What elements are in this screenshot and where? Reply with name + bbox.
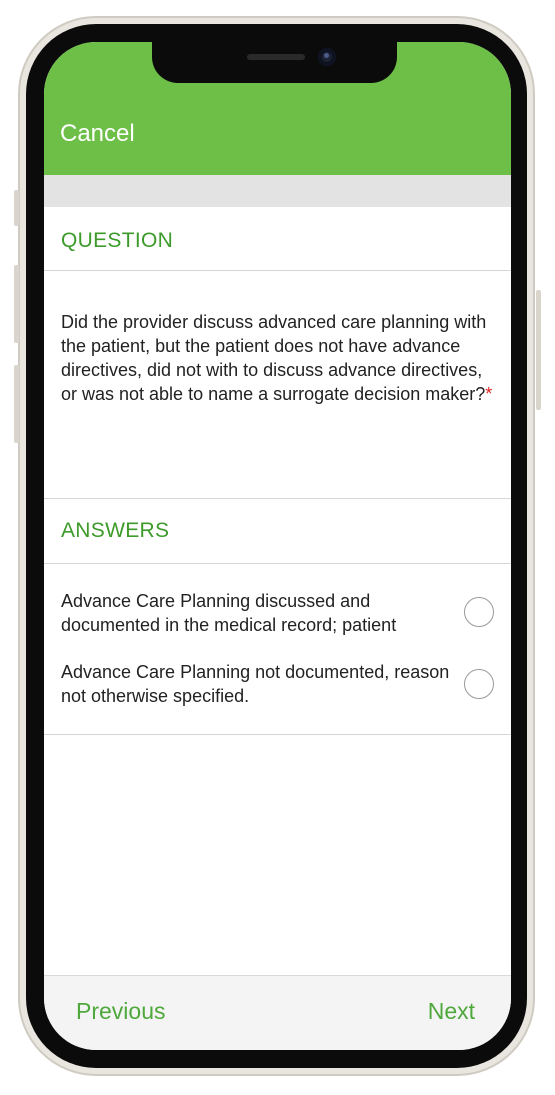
required-marker: * bbox=[485, 384, 493, 404]
next-button[interactable]: Next bbox=[428, 998, 475, 1025]
phone-notch bbox=[152, 40, 397, 83]
divider bbox=[44, 498, 511, 499]
previous-button[interactable]: Previous bbox=[76, 998, 165, 1025]
cancel-button[interactable]: Cancel bbox=[60, 120, 135, 148]
question-text: Did the provider discuss advanced care p… bbox=[61, 310, 493, 406]
volume-up-button bbox=[14, 265, 19, 343]
radio-button[interactable] bbox=[464, 597, 494, 627]
power-button bbox=[536, 290, 541, 410]
app-screen: Cancel QUESTION Did the provider discuss… bbox=[44, 42, 511, 1050]
question-body: Did the provider discuss advanced care p… bbox=[61, 312, 487, 404]
question-heading: QUESTION bbox=[61, 229, 174, 252]
answers-heading: ANSWERS bbox=[61, 519, 170, 542]
divider bbox=[44, 734, 511, 735]
answer-option-1[interactable]: Advance Care Planning discussed and docu… bbox=[44, 589, 511, 653]
divider bbox=[44, 270, 511, 271]
bottom-navigation: Previous Next bbox=[44, 975, 511, 1050]
radio-button[interactable] bbox=[464, 669, 494, 699]
divider bbox=[44, 563, 511, 564]
mute-switch bbox=[14, 190, 19, 226]
speaker-grille bbox=[247, 54, 305, 60]
answer-option-2[interactable]: Advance Care Planning not documented, re… bbox=[44, 660, 511, 724]
header-separator bbox=[44, 175, 511, 207]
volume-down-button bbox=[14, 365, 19, 443]
answer-label: Advance Care Planning discussed and docu… bbox=[61, 591, 397, 635]
camera-icon bbox=[318, 48, 336, 66]
answer-label: Advance Care Planning not documented, re… bbox=[61, 662, 450, 706]
